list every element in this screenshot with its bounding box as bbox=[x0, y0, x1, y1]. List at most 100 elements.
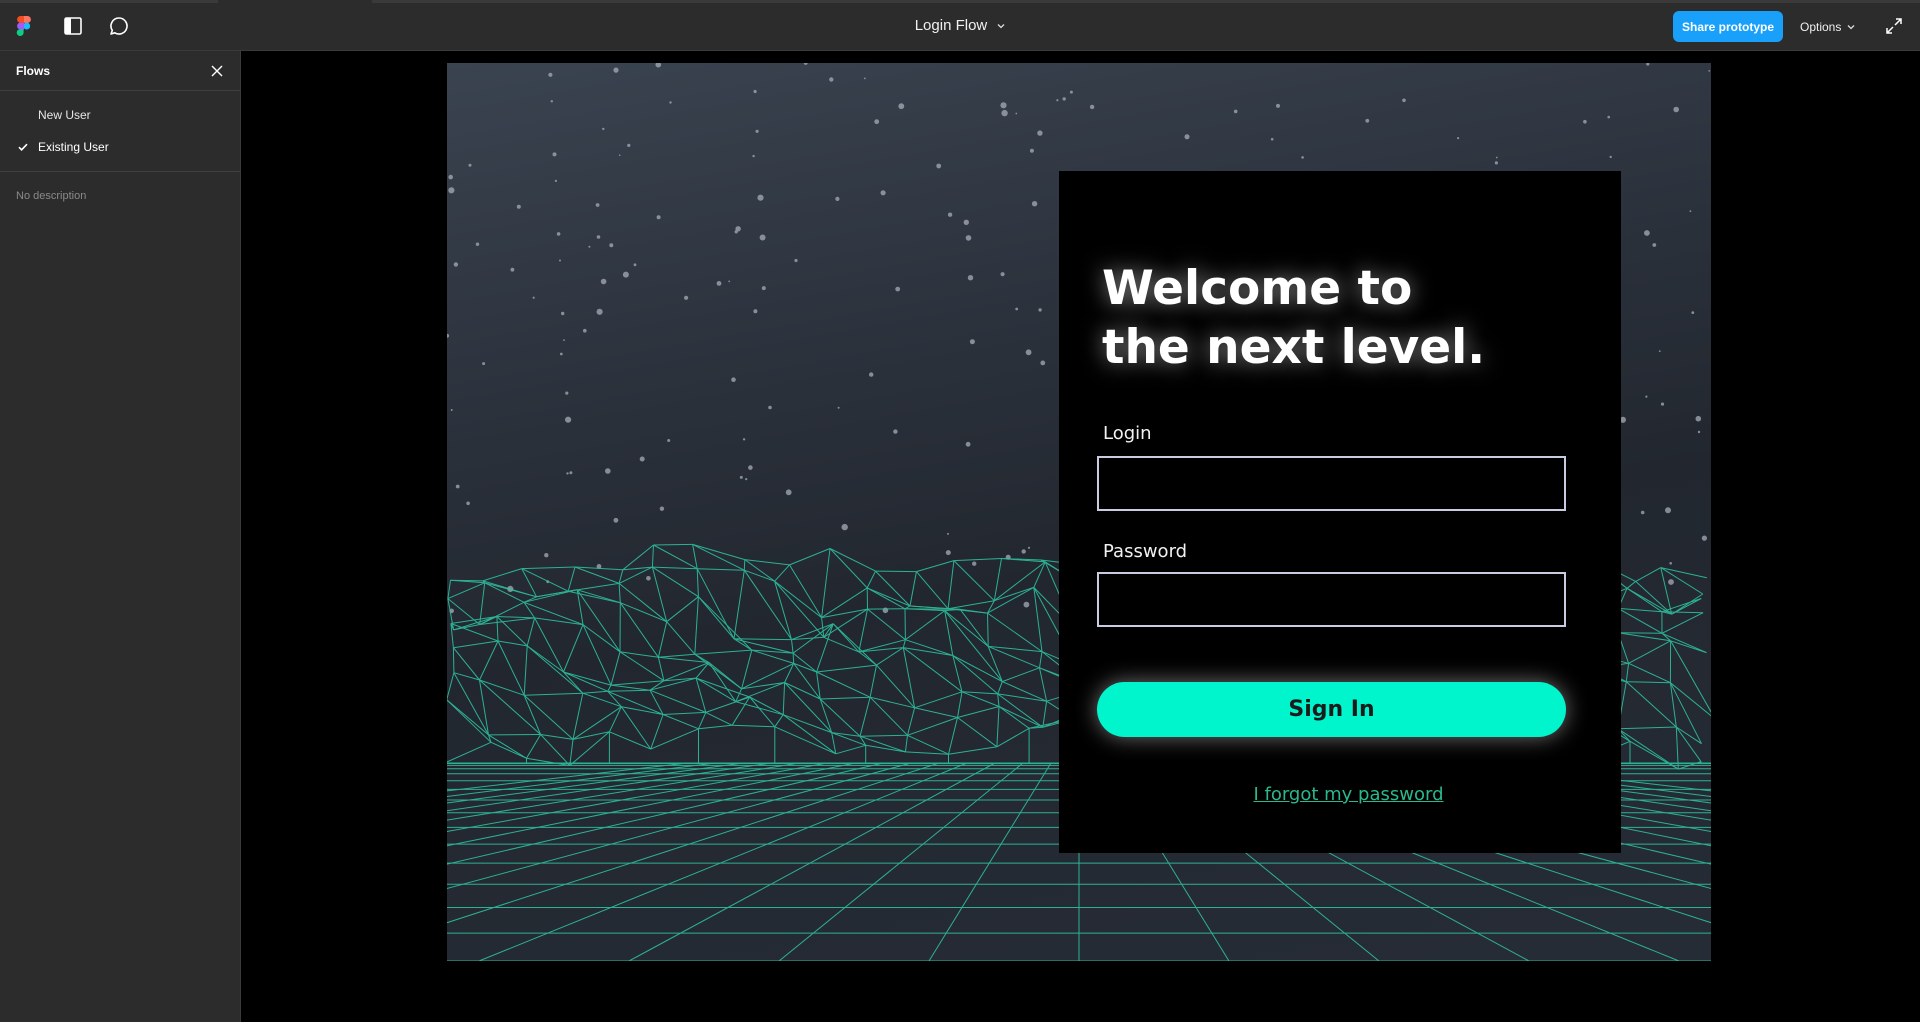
star bbox=[963, 219, 969, 225]
grid-line bbox=[733, 638, 792, 641]
grid-line bbox=[1002, 667, 1040, 683]
flow-item-new-user[interactable]: New User bbox=[0, 99, 240, 131]
star bbox=[1607, 115, 1610, 119]
grid-line bbox=[479, 679, 541, 735]
star bbox=[453, 262, 459, 267]
grid-line bbox=[1039, 651, 1043, 668]
login-input[interactable] bbox=[1097, 456, 1566, 511]
star bbox=[742, 438, 746, 441]
options-button[interactable]: Options bbox=[1800, 11, 1855, 42]
star bbox=[1000, 102, 1007, 109]
grid-line bbox=[996, 727, 1030, 748]
grid-line bbox=[1033, 587, 1043, 652]
star bbox=[965, 441, 971, 447]
grid-line bbox=[741, 649, 753, 689]
grid-line bbox=[948, 717, 958, 755]
chevron-down-icon bbox=[997, 23, 1005, 28]
grid-line bbox=[743, 569, 792, 640]
grid-line bbox=[744, 569, 775, 582]
star bbox=[565, 416, 572, 423]
star bbox=[1701, 535, 1707, 541]
star bbox=[613, 67, 619, 73]
grid-line bbox=[453, 647, 480, 681]
star bbox=[1658, 350, 1661, 352]
sign-in-button[interactable]: Sign In bbox=[1097, 682, 1566, 737]
star bbox=[1645, 395, 1648, 398]
grid-line bbox=[694, 649, 752, 655]
grid-line bbox=[733, 570, 745, 639]
flow-title-button[interactable]: Login Flow bbox=[915, 17, 1006, 34]
star bbox=[1056, 99, 1059, 102]
grid-line bbox=[1617, 607, 1663, 634]
grid-line bbox=[957, 717, 998, 748]
options-label: Options bbox=[1800, 19, 1842, 34]
grid-line bbox=[567, 566, 576, 592]
grid-line bbox=[698, 712, 707, 730]
grid-line bbox=[858, 609, 868, 652]
grid-line bbox=[953, 560, 995, 602]
grid-line bbox=[907, 734, 949, 755]
sidebar-toggle-icon[interactable] bbox=[62, 15, 84, 37]
comment-icon[interactable] bbox=[108, 15, 130, 37]
grid-line bbox=[774, 564, 790, 582]
star bbox=[609, 243, 614, 248]
chevron-down-icon bbox=[1847, 24, 1855, 29]
close-icon[interactable] bbox=[210, 64, 224, 78]
star bbox=[684, 295, 689, 300]
grid-line bbox=[957, 691, 963, 718]
grid-line bbox=[791, 639, 794, 654]
grid-line bbox=[1625, 681, 1677, 728]
star bbox=[864, 77, 866, 80]
grid-line bbox=[867, 608, 906, 641]
star bbox=[755, 129, 759, 133]
star bbox=[1697, 430, 1701, 434]
grid-line bbox=[653, 544, 698, 570]
star bbox=[1652, 243, 1657, 247]
star bbox=[448, 174, 453, 180]
star bbox=[829, 77, 834, 82]
grid-line bbox=[948, 746, 997, 755]
grid-line bbox=[783, 714, 832, 734]
grid-line bbox=[914, 707, 958, 718]
grid-line bbox=[865, 744, 906, 753]
star bbox=[595, 203, 600, 207]
star bbox=[1027, 546, 1031, 549]
grid-line bbox=[607, 689, 651, 692]
grid-line bbox=[694, 596, 699, 655]
star bbox=[1069, 90, 1073, 94]
grid-line bbox=[743, 559, 746, 571]
grid-line bbox=[1626, 681, 1671, 684]
share-prototype-button[interactable]: Share prototype bbox=[1673, 11, 1783, 42]
grid-line bbox=[577, 589, 621, 604]
grid-line bbox=[905, 639, 953, 656]
grid-line bbox=[869, 696, 915, 709]
star bbox=[1021, 549, 1026, 554]
top-bar: Login Flow Share prototype Options bbox=[0, 0, 1920, 51]
grid-line bbox=[521, 568, 569, 592]
grid-line bbox=[663, 662, 710, 682]
grid-line bbox=[774, 714, 784, 728]
flow-item-existing-user[interactable]: Existing User bbox=[0, 131, 240, 163]
star bbox=[785, 489, 792, 496]
grid-line bbox=[484, 582, 537, 598]
forgot-password-label: I forgot my password bbox=[1253, 784, 1444, 805]
flow-item-label: Existing User bbox=[38, 140, 109, 154]
grid-line bbox=[610, 684, 651, 691]
star bbox=[448, 187, 455, 194]
checkmark-icon bbox=[18, 143, 28, 151]
password-input[interactable] bbox=[1097, 572, 1566, 627]
star bbox=[466, 501, 470, 506]
star bbox=[475, 242, 480, 246]
grid-line bbox=[987, 613, 989, 647]
star bbox=[1640, 510, 1645, 515]
expand-icon[interactable] bbox=[1884, 16, 1904, 36]
grid-line bbox=[835, 744, 866, 755]
figma-logo-icon[interactable] bbox=[15, 16, 33, 36]
star bbox=[583, 328, 587, 333]
star bbox=[450, 409, 453, 411]
grid-line bbox=[649, 689, 706, 713]
grid-line bbox=[666, 596, 699, 623]
grid-line bbox=[447, 741, 492, 763]
forgot-password-link[interactable]: I forgot my password bbox=[1059, 784, 1621, 805]
grid-line bbox=[905, 610, 945, 641]
